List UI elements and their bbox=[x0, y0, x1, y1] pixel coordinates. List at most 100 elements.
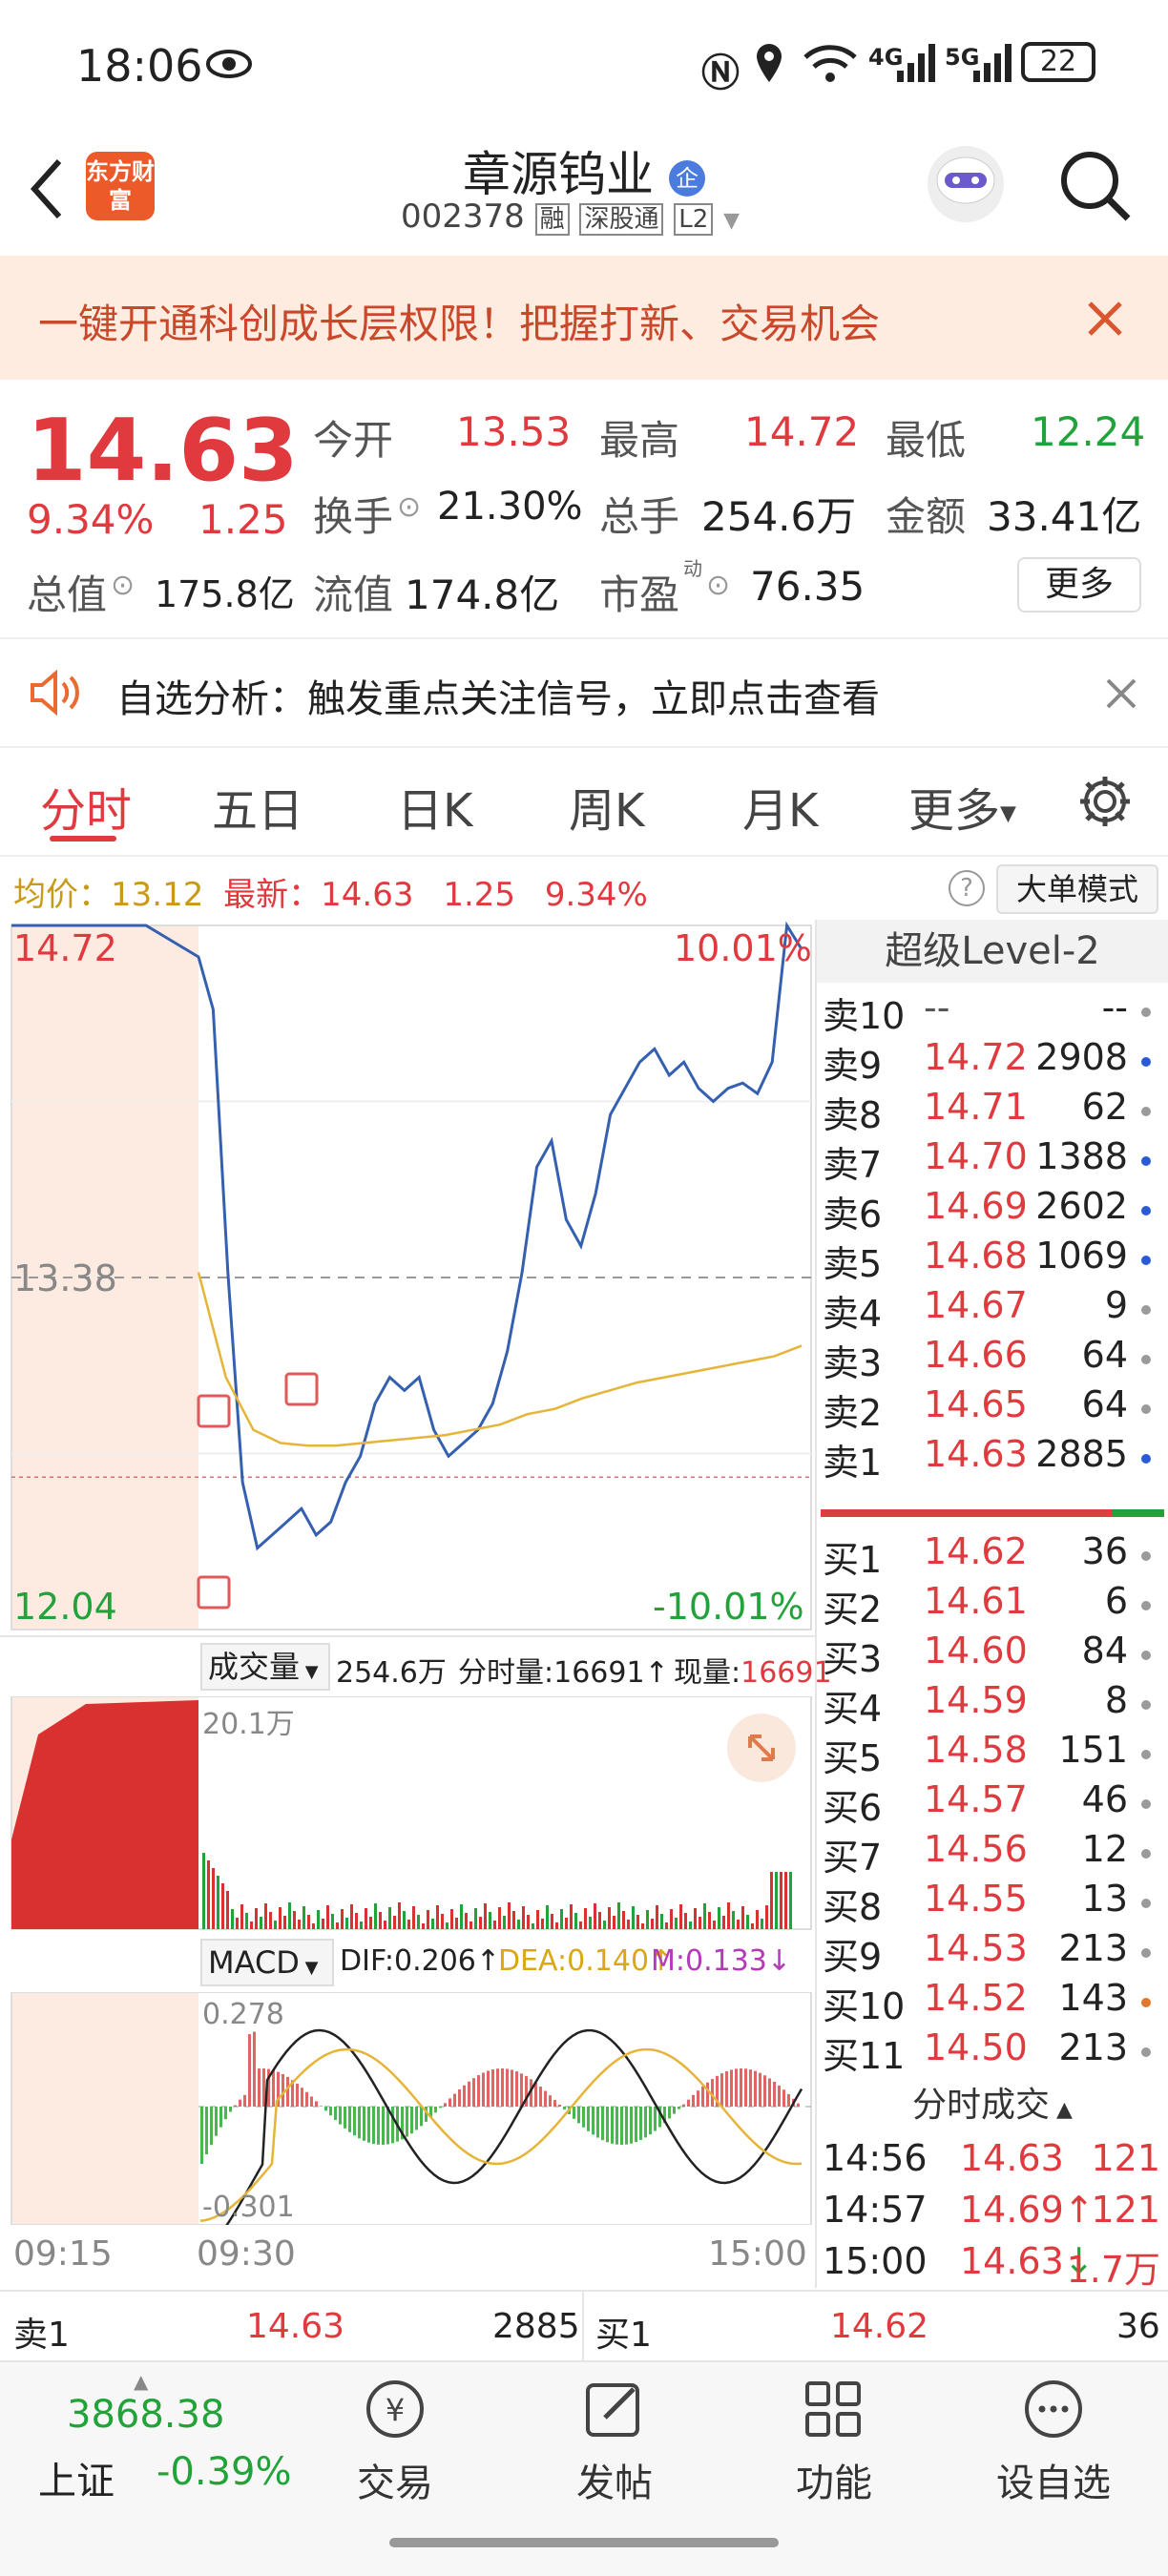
promo-banner[interactable]: 一键开通科创成长层权限！把握打新、交易机会 bbox=[0, 256, 1168, 380]
ask-row-6[interactable]: 卖5 14.68 1069 bbox=[819, 1235, 1168, 1285]
ask-row-8[interactable]: 卖3 14.66 64 bbox=[819, 1334, 1168, 1384]
macd-bar bbox=[553, 2100, 556, 2107]
intraday-price-chart[interactable] bbox=[0, 920, 815, 1635]
volume-bar bbox=[508, 1902, 511, 1929]
volume-bar bbox=[627, 1920, 630, 1929]
tab-more[interactable]: 更多▼ bbox=[908, 773, 1016, 840]
macd-bar bbox=[496, 2068, 499, 2107]
volume-bar bbox=[279, 1907, 282, 1929]
macd-bar bbox=[434, 2107, 437, 2113]
volume-bar bbox=[746, 1915, 749, 1929]
bid-row-3[interactable]: 买3 14.60 84 bbox=[819, 1630, 1168, 1680]
nav-trade[interactable]: ¥ 交易 bbox=[309, 2376, 481, 2507]
macd-bar bbox=[692, 2094, 695, 2107]
macd-selector[interactable]: MACD ▼ bbox=[200, 1939, 334, 1986]
ask-row-10[interactable]: 卖1 14.63 2885 bbox=[819, 1433, 1168, 1484]
trades-title[interactable]: 分时成交 ▲ bbox=[817, 2076, 1168, 2135]
bid-row-10[interactable]: 买10 14.52 143 bbox=[819, 1977, 1168, 2027]
b-marker-3 bbox=[284, 1372, 319, 1406]
macd-bar bbox=[305, 2091, 308, 2107]
ask-row-3[interactable]: 卖8 14.71 62 bbox=[819, 1086, 1168, 1136]
index-value[interactable]: 3868.38 bbox=[67, 2393, 224, 2437]
robot-avatar-icon[interactable] bbox=[924, 142, 1008, 226]
macd-bar bbox=[229, 2107, 232, 2112]
level2-title[interactable]: 超级Level-2 bbox=[817, 920, 1168, 983]
axis-mid-price: 13.38 bbox=[13, 1257, 117, 1299]
tab-more-label: 更多 bbox=[908, 784, 1001, 838]
index-change[interactable]: -0.39% bbox=[156, 2450, 292, 2494]
tab-weekly[interactable]: 周K bbox=[569, 773, 644, 840]
nav-add-watchlist[interactable]: 设自选 bbox=[968, 2376, 1139, 2507]
large-order-mode-button[interactable]: 大单模式 bbox=[996, 864, 1158, 914]
search-icon[interactable] bbox=[1057, 148, 1134, 224]
wifi-icon bbox=[803, 45, 857, 82]
ask-volume: 2908 bbox=[1035, 1036, 1128, 1078]
macd-bar bbox=[410, 2107, 413, 2134]
bid-row-6[interactable]: 买6 14.57 46 bbox=[819, 1778, 1168, 1829]
bid-row-4[interactable]: 买4 14.59 8 bbox=[819, 1679, 1168, 1730]
notice-bar[interactable]: 自选分析：触发重点关注信号，立即点击查看 bbox=[0, 639, 1168, 746]
ask-price: 14.65 bbox=[924, 1383, 1028, 1425]
tab-monthly[interactable]: 月K bbox=[742, 773, 818, 840]
volume-bar bbox=[770, 1872, 773, 1929]
b-marker-1 bbox=[197, 1394, 231, 1428]
volume-bar bbox=[656, 1905, 658, 1929]
volume-chart[interactable] bbox=[0, 1696, 815, 1935]
volume-selector[interactable]: 成交量 ▼ bbox=[200, 1643, 330, 1691]
trade-price: 14.69↑ bbox=[960, 2189, 1095, 2231]
help-icon[interactable]: ? bbox=[949, 870, 985, 906]
order-dot-icon bbox=[1141, 1551, 1151, 1561]
bid-row-9[interactable]: 买9 14.53 213 bbox=[819, 1927, 1168, 1978]
promo-text[interactable]: 一键开通科创成长层权限！把握打新、交易机会 bbox=[38, 292, 880, 350]
settings-gear-icon[interactable] bbox=[1076, 773, 1134, 830]
ask-level-label: 卖5 bbox=[823, 1243, 883, 1285]
notice-text[interactable]: 自选分析：触发重点关注信号，立即点击查看 bbox=[116, 668, 880, 723]
macd-bar bbox=[682, 2104, 685, 2107]
signal-icon bbox=[973, 44, 1012, 82]
bid-row-2[interactable]: 买2 14.61 6 bbox=[819, 1580, 1168, 1631]
ask-row-7[interactable]: 卖4 14.67 9 bbox=[819, 1284, 1168, 1335]
latest-percent: 9.34% bbox=[544, 876, 648, 914]
ask-row-4[interactable]: 卖7 14.70 1388 bbox=[819, 1135, 1168, 1186]
macd-bar bbox=[200, 2107, 203, 2164]
volume-bar bbox=[651, 1919, 654, 1929]
bid-row-5[interactable]: 买5 14.58 151 bbox=[819, 1729, 1168, 1779]
expand-icon[interactable] bbox=[727, 1714, 796, 1782]
ask-row-2[interactable]: 卖9 14.72 2908 bbox=[819, 1036, 1168, 1087]
nav-function[interactable]: 功能 bbox=[748, 2376, 920, 2507]
info-icon[interactable]: ⊙ bbox=[111, 569, 135, 602]
volume-bar bbox=[775, 1872, 778, 1929]
volume-bar bbox=[784, 1872, 787, 1929]
macd-selector-label: MACD bbox=[208, 1944, 300, 1981]
volume-bar bbox=[422, 1923, 425, 1929]
volume-bar bbox=[460, 1904, 463, 1929]
bid-row-7[interactable]: 买7 14.56 12 bbox=[819, 1828, 1168, 1879]
ask-level-label: 卖4 bbox=[823, 1293, 883, 1335]
info-icon[interactable]: ⊙ bbox=[706, 569, 730, 602]
close-icon[interactable] bbox=[1086, 300, 1124, 338]
bid-row-11[interactable]: 买11 14.50 213 bbox=[819, 2026, 1168, 2077]
bid-row-1[interactable]: 买1 14.62 36 bbox=[819, 1530, 1168, 1581]
info-icon[interactable]: ⊙ bbox=[397, 490, 421, 524]
more-button[interactable]: 更多 bbox=[1017, 557, 1141, 613]
ask-row-1[interactable]: 卖10 -- -- bbox=[819, 987, 1168, 1037]
chevron-down-icon[interactable]: ▼ bbox=[723, 209, 740, 233]
bid-volume: 36 bbox=[1081, 1530, 1128, 1572]
index-name[interactable]: 上证 bbox=[38, 2450, 115, 2505]
volume-bar bbox=[560, 1909, 563, 1929]
close-icon[interactable] bbox=[1105, 677, 1137, 710]
macd-chart[interactable] bbox=[0, 1992, 815, 2225]
ask-row-9[interactable]: 卖2 14.65 64 bbox=[819, 1383, 1168, 1434]
nav-post[interactable]: 发帖 bbox=[529, 2376, 700, 2507]
volume-bar bbox=[322, 1919, 324, 1929]
macd-bar bbox=[477, 2075, 480, 2107]
ask-row-5[interactable]: 卖6 14.69 2602 bbox=[819, 1185, 1168, 1236]
volume-bar bbox=[369, 1917, 372, 1929]
volume-bar bbox=[689, 1922, 692, 1929]
bid-row-8[interactable]: 买8 14.55 13 bbox=[819, 1878, 1168, 1928]
volume-bar bbox=[341, 1909, 344, 1929]
macd-bar bbox=[778, 2085, 781, 2107]
tab-daily[interactable]: 日K bbox=[397, 773, 472, 840]
tab-5day[interactable]: 五日 bbox=[212, 773, 303, 840]
tab-intraday[interactable]: 分时 bbox=[40, 773, 132, 840]
